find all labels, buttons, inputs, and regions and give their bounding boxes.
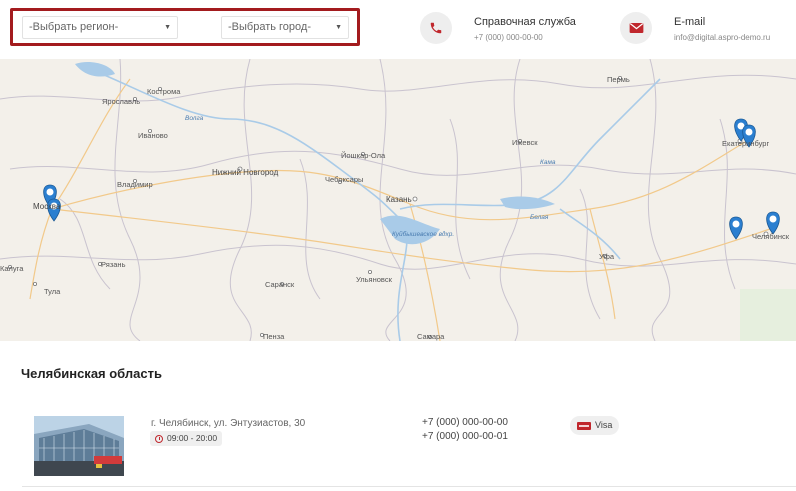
map-city-label: Пенза <box>263 332 285 341</box>
map-city-label: Владимир <box>117 180 153 189</box>
city-select[interactable]: -Выбрать город- ▼ <box>221 16 349 39</box>
region-select-label: -Выбрать регион- <box>29 21 119 33</box>
map-city-label: Рязань <box>101 260 126 269</box>
phone-icon <box>420 12 452 44</box>
region-title: Челябинская область <box>21 366 162 381</box>
map-city-label: Йошкар-Ола <box>341 151 386 160</box>
city-select-label: -Выбрать город- <box>228 21 311 33</box>
map-river-label: Волга <box>185 115 204 122</box>
working-hours-badge: 09:00 - 20:00 <box>150 431 223 446</box>
clock-icon <box>155 434 163 443</box>
map-city-label: Челябинск <box>752 232 790 241</box>
header-bar: -Выбрать регион- ▼ -Выбрать город- ▼ Спр… <box>0 0 796 60</box>
map-city-label: Чебоксары <box>325 175 364 184</box>
map-city-label: Иваново <box>138 131 168 140</box>
map-city-label: Нижний Новгород <box>212 168 279 177</box>
email-address[interactable]: info@digital.aspro-demo.ru <box>674 33 770 42</box>
office-card[interactable]: г. Челябинск, ул. Энтузиастов, 30 09:00 … <box>0 405 796 491</box>
credit-card-icon <box>577 421 591 430</box>
office-address: г. Челябинск, ул. Энтузиастов, 30 <box>151 418 306 429</box>
chevron-down-icon: ▼ <box>335 24 342 31</box>
map-river-label: Белая <box>530 214 549 221</box>
map-city-label: Самара <box>417 332 445 341</box>
map-city-label: Кострома <box>147 87 181 96</box>
chevron-down-icon: ▼ <box>164 24 171 31</box>
region-select[interactable]: -Выбрать регион- ▼ <box>22 16 178 39</box>
map-city-label: Казань <box>386 195 412 204</box>
phone-number[interactable]: +7 (000) 000-00-00 <box>474 33 543 42</box>
office-phone-2[interactable]: +7 (000) 000-00-01 <box>422 431 508 442</box>
map-city-label: Ульяновск <box>356 275 392 284</box>
office-phone-1[interactable]: +7 (000) 000-00-00 <box>422 417 508 428</box>
map-city-label: Тула <box>44 287 61 296</box>
payment-method: Visa <box>595 420 613 430</box>
map-city-label: Саранск <box>265 280 295 289</box>
phone-title: Справочная служба <box>474 16 576 28</box>
email-title: E-mail <box>674 16 706 28</box>
map-city-label: Пермь <box>607 75 630 84</box>
working-hours: 09:00 - 20:00 <box>167 433 218 443</box>
map-city-label: Ярославль <box>102 97 141 106</box>
divider <box>22 486 796 487</box>
map-city-label: Ижевск <box>512 138 538 147</box>
office-photo[interactable] <box>34 416 124 476</box>
map-river-label: Кама <box>540 159 556 166</box>
map-river-label: Куйбышевское вдхр. <box>392 231 455 238</box>
map-city-label: Екатеринбург <box>722 139 770 148</box>
map-city-label: Калуга <box>0 264 24 273</box>
payment-badge: Visa <box>570 416 620 435</box>
map-city-label: Москва <box>33 202 61 211</box>
envelope-icon <box>620 12 652 44</box>
map-city-label: Уфа <box>599 252 615 261</box>
